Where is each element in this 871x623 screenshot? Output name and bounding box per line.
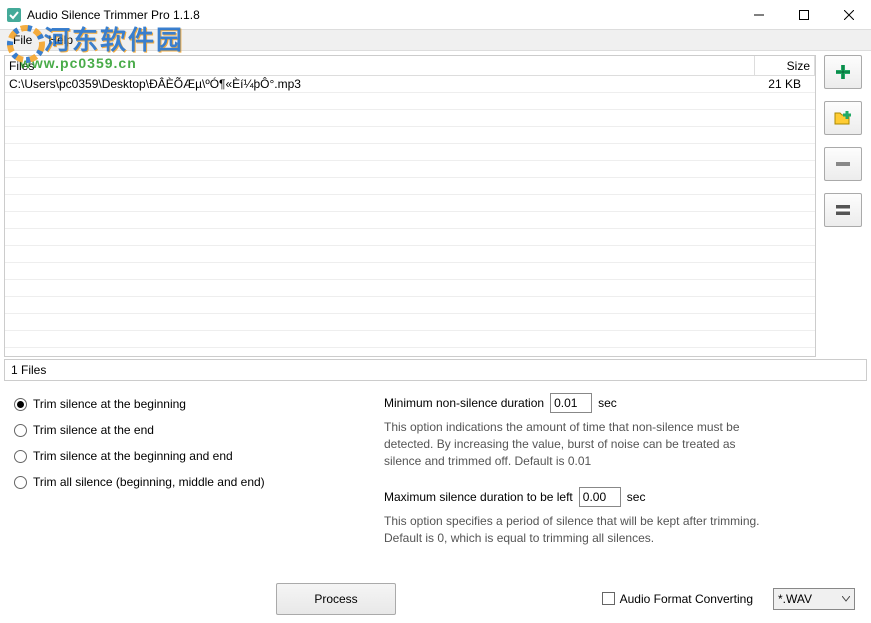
checkbox-icon xyxy=(602,592,615,605)
window-controls xyxy=(736,0,871,29)
max-duration-input[interactable] xyxy=(579,487,621,507)
clear-all-button[interactable] xyxy=(824,193,862,227)
file-path-cell: C:\Users\pc0359\Desktop\ÐÂÈÕÆµ\ºÓ¶«Èí¼þÔ… xyxy=(5,76,755,92)
bottom-bar: Process Audio Format Converting *.WAV xyxy=(4,575,867,623)
radio-label: Trim silence at the beginning xyxy=(33,397,186,411)
menu-help[interactable]: Help xyxy=(40,31,81,49)
app-icon xyxy=(6,7,22,23)
duration-settings: Minimum non-silence duration sec This op… xyxy=(384,393,857,561)
file-list[interactable]: C:\Users\pc0359\Desktop\ÐÂÈÕÆµ\ºÓ¶«Èí¼þÔ… xyxy=(5,76,815,356)
max-duration-unit: sec xyxy=(627,490,646,504)
table-row[interactable]: C:\Users\pc0359\Desktop\ÐÂÈÕÆµ\ºÓ¶«Èí¼þÔ… xyxy=(5,76,815,93)
add-folder-button[interactable] xyxy=(824,101,862,135)
format-select[interactable]: *.WAV xyxy=(773,588,855,610)
main-area: Files Size C:\Users\pc0359\Desktop\ÐÂÈÕÆ… xyxy=(0,51,871,357)
file-panel: Files Size C:\Users\pc0359\Desktop\ÐÂÈÕÆ… xyxy=(4,55,816,357)
min-duration-unit: sec xyxy=(598,396,617,410)
radio-label: Trim silence at the end xyxy=(33,423,154,437)
maximize-icon xyxy=(799,10,809,20)
radio-trim-end[interactable]: Trim silence at the end xyxy=(14,423,354,437)
clear-icon xyxy=(834,201,852,219)
format-convert-label: Audio Format Converting xyxy=(620,592,753,606)
max-duration-desc: This option specifies a period of silenc… xyxy=(384,513,764,547)
options-panel: Trim silence at the beginning Trim silen… xyxy=(4,387,867,567)
window-title: Audio Silence Trimmer Pro 1.1.8 xyxy=(27,8,736,22)
format-convert-checkbox[interactable]: Audio Format Converting xyxy=(602,592,753,606)
min-duration-label: Minimum non-silence duration xyxy=(384,396,544,410)
max-duration-label: Maximum silence duration to be left xyxy=(384,490,573,504)
radio-icon xyxy=(14,424,27,437)
file-list-header: Files Size xyxy=(5,56,815,76)
minimize-icon xyxy=(754,10,764,20)
min-duration-input[interactable] xyxy=(550,393,592,413)
minimize-button[interactable] xyxy=(736,0,781,29)
file-size-cell: 21 KB xyxy=(755,76,815,92)
menubar: File Help xyxy=(0,30,871,51)
folder-plus-icon xyxy=(834,109,852,127)
radio-label: Trim silence at the beginning and end xyxy=(33,449,233,463)
radio-trim-beginning[interactable]: Trim silence at the beginning xyxy=(14,397,354,411)
titlebar: Audio Silence Trimmer Pro 1.1.8 xyxy=(0,0,871,30)
plus-icon xyxy=(834,63,852,81)
column-header-files[interactable]: Files xyxy=(5,56,755,75)
menu-file[interactable]: File xyxy=(5,31,40,49)
radio-label: Trim all silence (beginning, middle and … xyxy=(33,475,265,489)
side-toolbar xyxy=(816,51,871,357)
radio-icon xyxy=(14,398,27,411)
radio-icon xyxy=(14,476,27,489)
column-header-size[interactable]: Size xyxy=(755,56,815,75)
process-button[interactable]: Process xyxy=(276,583,396,615)
min-duration-desc: This option indications the amount of ti… xyxy=(384,419,764,469)
radio-trim-all[interactable]: Trim all silence (beginning, middle and … xyxy=(14,475,354,489)
trim-mode-group: Trim silence at the beginning Trim silen… xyxy=(14,393,354,561)
minus-icon xyxy=(834,155,852,173)
radio-icon xyxy=(14,450,27,463)
status-bar: 1 Files xyxy=(4,359,867,381)
add-file-button[interactable] xyxy=(824,55,862,89)
format-select-value: *.WAV xyxy=(778,592,812,606)
radio-trim-both[interactable]: Trim silence at the beginning and end xyxy=(14,449,354,463)
max-duration-row: Maximum silence duration to be left sec xyxy=(384,487,857,507)
close-button[interactable] xyxy=(826,0,871,29)
remove-file-button[interactable] xyxy=(824,147,862,181)
close-icon xyxy=(844,10,854,20)
min-duration-row: Minimum non-silence duration sec xyxy=(384,393,857,413)
maximize-button[interactable] xyxy=(781,0,826,29)
